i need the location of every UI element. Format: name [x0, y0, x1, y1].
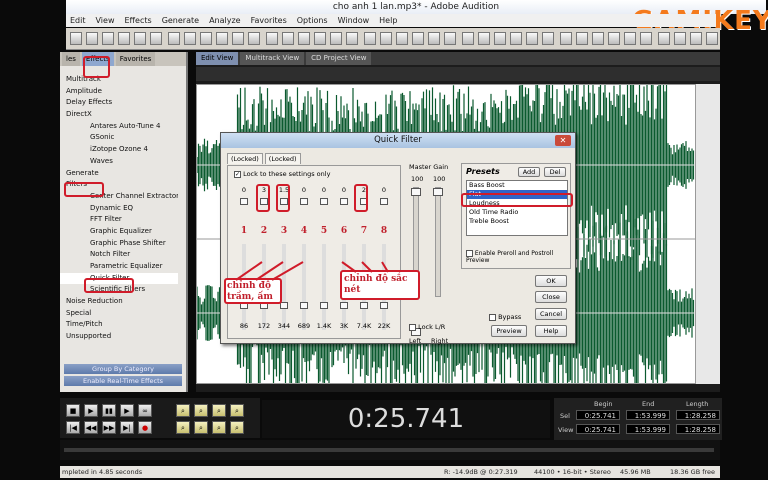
level-meter: [60, 440, 720, 460]
sel-label: Sel: [560, 412, 570, 420]
view-begin-field[interactable]: 0:25.741: [576, 424, 620, 434]
status-level: R: -14.9dB @ 0:27.319: [444, 468, 518, 476]
zoom-button[interactable]: ⌕: [230, 421, 244, 434]
status-free-space: 18.36 GB free: [670, 468, 716, 476]
fast-forward-button[interactable]: ▶▶: [102, 421, 116, 434]
pause-button[interactable]: ▮▮: [102, 404, 116, 417]
selection-panel: Begin End Length Sel View 0:25.741 1:53.…: [554, 398, 722, 440]
view-length-field[interactable]: 1:28.258: [676, 424, 720, 434]
zoom-button[interactable]: ⌕: [176, 404, 190, 417]
zoom-button[interactable]: ⌕: [176, 421, 190, 434]
length-header: Length: [686, 400, 709, 408]
go-to-start-button[interactable]: |◀: [66, 421, 80, 434]
play-button[interactable]: ▶: [84, 404, 98, 417]
status-size: 45.96 MB: [620, 468, 651, 476]
view-label: View: [558, 426, 574, 434]
status-bar: mpleted in 4.85 seconds R: -14.9dB @ 0:2…: [60, 466, 720, 478]
stop-button[interactable]: ■: [66, 404, 80, 417]
view-end-field[interactable]: 1:53.999: [626, 424, 670, 434]
loop-button[interactable]: ∞: [138, 404, 152, 417]
rewind-button[interactable]: ◀◀: [84, 421, 98, 434]
begin-header: Begin: [594, 400, 613, 408]
zoom-button[interactable]: ⌕: [194, 421, 208, 434]
go-to-end-button[interactable]: ▶|: [120, 421, 134, 434]
end-header: End: [642, 400, 655, 408]
time-display: 0:25.741: [262, 400, 550, 438]
zoom-button[interactable]: ⌕: [212, 404, 226, 417]
play-to-end-button[interactable]: ▶: [120, 404, 134, 417]
sel-length-field[interactable]: 1:28.258: [676, 410, 720, 420]
zoom-button[interactable]: ⌕: [230, 404, 244, 417]
status-format: 44100 • 16-bit • Stereo: [534, 468, 611, 476]
zoom-button[interactable]: ⌕: [212, 421, 226, 434]
sel-begin-field[interactable]: 0:25.741: [576, 410, 620, 420]
status-message: mpleted in 4.85 seconds: [62, 468, 143, 476]
zoom-button[interactable]: ⌕: [194, 404, 208, 417]
sel-end-field[interactable]: 1:53.999: [626, 410, 670, 420]
zoom-controls: ⌕ ⌕ ⌕ ⌕ ⌕ ⌕ ⌕ ⌕: [172, 398, 258, 438]
record-button[interactable]: ●: [138, 421, 152, 434]
app-window: cho anh 1 lan.mp3* - Adobe Audition GAMI…: [0, 0, 768, 480]
